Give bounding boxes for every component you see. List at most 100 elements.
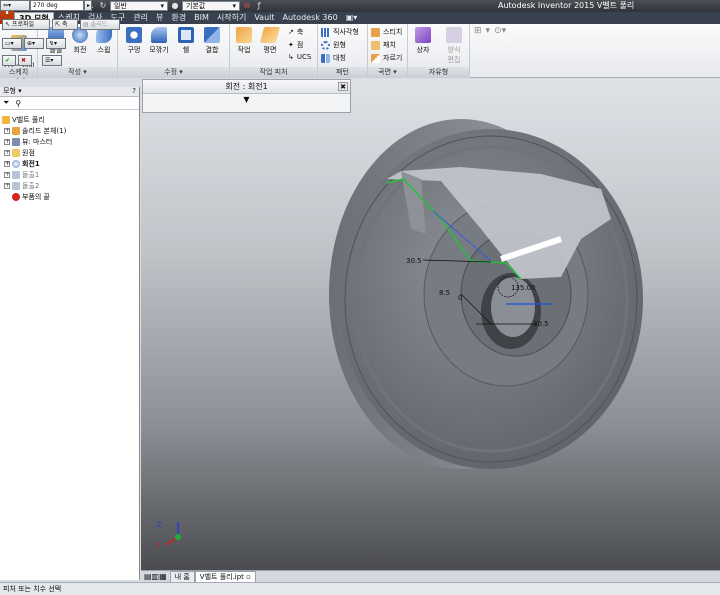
point-button[interactable]: ✦ 점 [288, 40, 303, 50]
tab-vault[interactable]: Vault [250, 12, 278, 24]
revolve-button[interactable]: 회전 [70, 27, 90, 55]
work-features-panel-label: 작업 피처 [230, 67, 317, 78]
more-options-button[interactable]: ☰▾ [42, 55, 62, 66]
solid-select-button[interactable]: ▤ 솔리드 [80, 19, 120, 30]
tab-environments[interactable]: 환경 [167, 12, 190, 24]
dimension-label[interactable]: 30.5 [533, 320, 549, 328]
axis-button[interactable]: ↗ 축 [288, 27, 303, 37]
shell-label: 쉘 [182, 46, 190, 54]
tab-get-started[interactable]: 시작하기 [213, 12, 250, 24]
ok-button[interactable]: ✔ [2, 55, 16, 66]
tab-autodesk-360[interactable]: Autodesk 360 [279, 12, 342, 24]
tree-item-extrude1[interactable]: + 돌출1 [4, 170, 39, 180]
svg-text:Z: Z [157, 521, 162, 529]
ucs-label: UCS [296, 53, 312, 61]
expand-icon[interactable]: + [4, 139, 10, 145]
patch-button[interactable]: 패치 [371, 40, 396, 50]
tree-item-revolve[interactable]: + 회전1 [4, 159, 40, 169]
expand-icon[interactable]: + [4, 172, 10, 178]
shell-button[interactable]: 쉘 [176, 27, 196, 55]
surface-panel-label-text: 곡면 [378, 68, 392, 76]
modify-panel: 구멍 모깎기 쉘 결합 수정 ▾ [118, 24, 230, 78]
fx-icon[interactable]: ƒ [254, 1, 264, 11]
cancel-button[interactable]: ✖ [18, 55, 32, 66]
end-of-part-icon [12, 193, 20, 201]
dimension-label[interactable]: 135.00 [511, 284, 536, 292]
extent-dropdown[interactable]: ⇔▾ [0, 0, 30, 11]
box-button[interactable]: 상자 [412, 27, 434, 55]
axis-select-button[interactable]: ⇱ 축 [52, 19, 78, 30]
close-icon[interactable]: ▫ [246, 573, 251, 581]
expand-icon[interactable]: + [4, 183, 10, 189]
tab-view[interactable]: 뷰 [152, 12, 167, 24]
tree-item-origin[interactable]: + 원점 [4, 148, 35, 158]
stitch-label: 스티치 [383, 28, 403, 36]
combine-button[interactable]: 결합 [202, 27, 222, 55]
tree-item-label: 돌출2 [22, 182, 40, 190]
surface-panel-label[interactable]: 곡면 ▾ [368, 67, 407, 78]
filter-icon[interactable]: ⏷ [3, 98, 9, 108]
tab-bim[interactable]: BIM [190, 12, 213, 24]
combine-icon [204, 27, 220, 43]
tree-item-part[interactable]: V벨트 풀리 [2, 115, 45, 125]
stitch-button[interactable]: 스티치 [371, 27, 402, 37]
tree-item-end-of-part[interactable]: 부품의 끝 [12, 192, 50, 202]
options-icon[interactable]: ⊙▾ [494, 26, 506, 36]
direction-dropdown[interactable]: ↯▾ [46, 38, 66, 49]
rectangular-pattern-icon [321, 27, 330, 37]
create-panel-label[interactable]: 작성 ▾ [38, 67, 117, 78]
browser-header-label[interactable]: 모형 [3, 87, 16, 95]
stitch-icon [371, 27, 380, 37]
mirror-button[interactable]: 대칭 [321, 53, 346, 63]
tab-my-home[interactable]: 내 홈 [169, 571, 195, 582]
tree-item-solid-bodies[interactable]: + 솔리드 본체(1) [4, 126, 66, 136]
tile-windows-icon[interactable]: ▤▥▦ [141, 572, 170, 581]
work-button[interactable]: 작업 [234, 27, 254, 55]
fillet-label: 모깎기 [149, 46, 169, 54]
circular-pattern-button[interactable]: 원형 [321, 40, 346, 50]
expand-icon[interactable]: + [4, 161, 10, 167]
appearance-value: 기본값 [186, 2, 206, 10]
update-icon[interactable]: ↻ [98, 1, 108, 11]
ribbon-options-icon[interactable]: ▣▾ [342, 12, 362, 24]
dimension-label[interactable]: 8.5 [439, 289, 450, 297]
material-select[interactable]: 일반 ▾ [110, 1, 168, 11]
fillet-button[interactable]: 모깎기 [148, 27, 170, 55]
work-features-panel: 작업 평면 ↗ 축 ✦ 점 ↳ UCS 작업 피처 [230, 24, 318, 78]
profile-label: 프로파일 [11, 21, 35, 28]
output-dropdown[interactable]: ▭▾ [2, 38, 22, 49]
freeform-extra-tools: ⊞ ▾ ⊙▾ [474, 26, 506, 36]
dimension-label[interactable]: 0 [458, 294, 462, 302]
trim-button[interactable]: 자르기 [371, 53, 402, 63]
browser-help-icon[interactable]: ? [132, 87, 136, 96]
freeform-dropdown-icon[interactable]: ▾ [486, 26, 491, 36]
dialog-close-icon[interactable]: ✖ [338, 82, 348, 91]
tree-item-view[interactable]: + 뷰: 마스터 [4, 137, 52, 147]
tree-item-label: 회전1 [22, 160, 40, 168]
modify-panel-label[interactable]: 수정 ▾ [118, 67, 229, 78]
dimension-label[interactable]: 30.5 [406, 257, 422, 265]
expand-icon[interactable]: + [4, 128, 10, 134]
freeform-tool-icon[interactable]: ⊞ [474, 26, 482, 36]
ucs-button[interactable]: ↳ UCS [288, 53, 311, 61]
clear-override-icon[interactable]: ⊖ [242, 1, 252, 11]
mirror-icon [321, 53, 330, 63]
search-icon[interactable]: ⚲ [15, 99, 21, 108]
tab-manage[interactable]: 관리 [129, 12, 152, 24]
edit-form-button[interactable]: 양식 편집 [442, 27, 466, 65]
sweep-button[interactable]: 스윕 [94, 27, 114, 55]
hole-button[interactable]: 구멍 [124, 27, 144, 55]
tree-item-extrude2[interactable]: + 돌출2 [4, 181, 39, 191]
work-label: 작업 [237, 46, 251, 54]
appearance-select[interactable]: 기본값 ▾ [182, 1, 240, 11]
expand-icon[interactable]: + [4, 150, 10, 156]
angle-arrow-icon[interactable]: ▸ [84, 0, 92, 11]
graphics-viewport[interactable]: X Z 30.5 8.5 0 135.00 30.5 [141, 79, 720, 570]
tab-document[interactable]: V벨트 풀리.ipt ▫ [194, 571, 256, 582]
rectangular-pattern-button[interactable]: 직사각형 [321, 27, 359, 37]
angle-input[interactable]: 270 deg [30, 0, 84, 11]
operation-dropdown[interactable]: ⊕▾ [24, 38, 44, 49]
dialog-expand-icon[interactable]: ▼ [143, 94, 350, 106]
plane-button[interactable]: 평면 [259, 27, 281, 55]
profile-button[interactable]: ↖ 프로파일 [2, 19, 50, 30]
